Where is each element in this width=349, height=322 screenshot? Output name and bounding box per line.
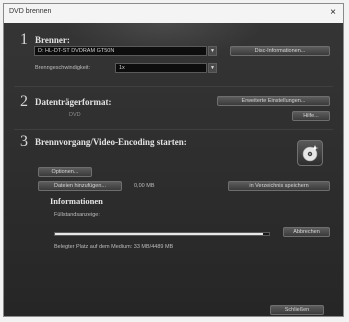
burn-heading: Brennvorgang/Video-Encoding starten:	[35, 137, 187, 147]
divider	[14, 86, 333, 87]
divider	[14, 129, 333, 130]
save-to-folder-button[interactable]: in Verzeichnis speichern	[228, 181, 330, 191]
options-button[interactable]: Optionen...	[38, 167, 92, 177]
speed-label: Brenngeschwindigkeit:	[35, 65, 91, 71]
add-files-button[interactable]: Dateien hinzufügen...	[38, 181, 122, 191]
info-heading: Informationen	[50, 196, 103, 206]
step-number-1: 1	[20, 31, 28, 48]
drive-select[interactable]: D: HL-DT-ST DVDRAM GT50N	[34, 46, 207, 56]
burn-disc-icon	[302, 145, 319, 162]
dialog-body: 1 Brenner: D: HL-DT-ST DVDRAM GT50N ▼ Di…	[4, 23, 343, 316]
title-bar: DVD brennen ×	[4, 4, 343, 24]
chevron-down-icon[interactable]: ▼	[208, 63, 217, 73]
close-icon[interactable]: ×	[326, 5, 340, 20]
format-heading: Datenträgerformat:	[35, 97, 112, 107]
disc-info-button[interactable]: Disc-Informationen...	[230, 46, 330, 56]
advanced-settings-button[interactable]: Erweiterte Einstellungen...	[217, 96, 330, 106]
close-button[interactable]: Schließen	[270, 305, 324, 315]
dvd-burn-window: DVD brennen × 1 Brenner: D: HL-DT-ST DVD…	[3, 3, 344, 317]
burn-button[interactable]	[297, 140, 323, 166]
drive-heading: Brenner:	[35, 35, 70, 45]
fill-progress-bar	[54, 232, 270, 236]
step-number-3: 3	[20, 133, 28, 150]
disc-space-text: Belegter Platz auf dem Medium: 33 MB/448…	[54, 244, 174, 250]
fill-level-label: Füllstandsanzeige:	[54, 212, 100, 218]
speed-select[interactable]: 1x	[115, 63, 207, 73]
progress-fill	[55, 233, 263, 235]
size-value: 0,00 MB	[134, 183, 155, 189]
help-button[interactable]: Hilfe...	[292, 111, 330, 121]
step-number-2: 2	[20, 93, 28, 110]
chevron-down-icon[interactable]: ▼	[208, 46, 217, 56]
format-value: DVD	[69, 112, 81, 118]
cancel-button[interactable]: Abbrechen	[283, 227, 330, 237]
window-title: DVD brennen	[9, 8, 52, 15]
